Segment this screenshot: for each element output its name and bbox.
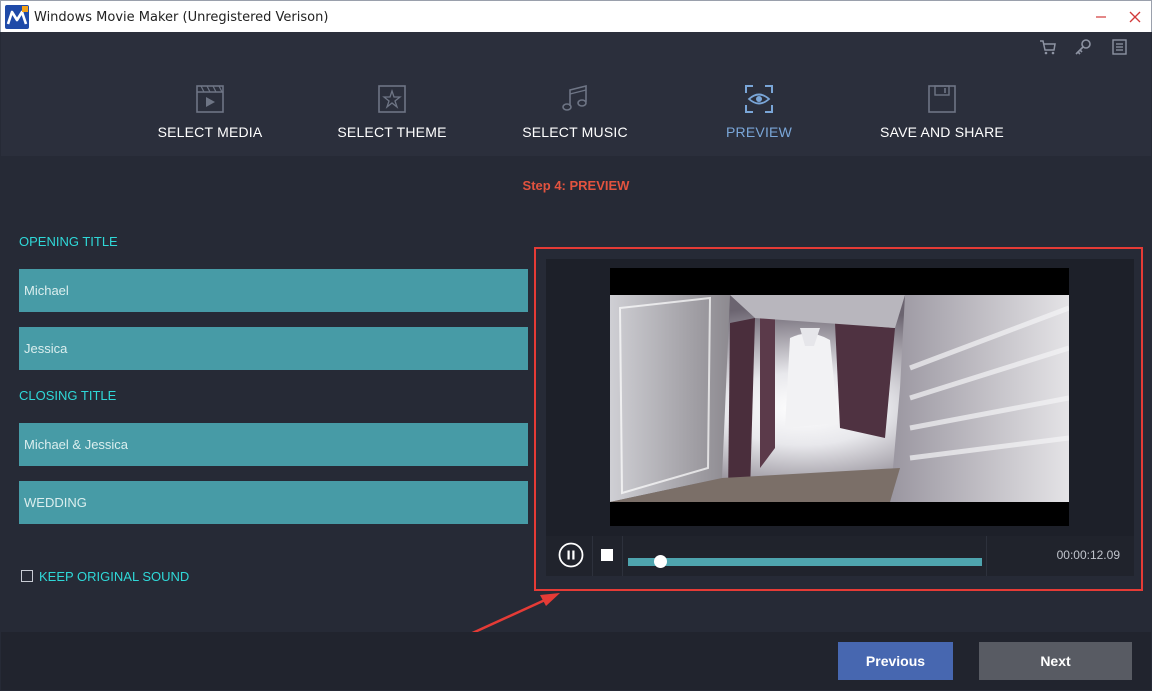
step-label: SAVE AND SHARE: [880, 124, 1004, 140]
seek-handle[interactable]: [653, 555, 667, 568]
menu-icon[interactable]: [1111, 38, 1129, 56]
film-icon: [195, 84, 225, 114]
divider: [622, 536, 623, 576]
title-bar: Windows Movie Maker (Unregistered Veriso…: [0, 0, 1152, 32]
save-disk-icon: [927, 84, 957, 114]
window-title: Windows Movie Maker (Unregistered Veriso…: [34, 10, 329, 25]
video-player: 00:00:12.09: [546, 259, 1134, 576]
minimize-icon[interactable]: [1091, 7, 1111, 27]
seek-bar[interactable]: [628, 555, 982, 568]
divider: [592, 536, 593, 576]
opening-title-label: OPENING TITLE: [19, 234, 118, 249]
opening-title-field-2[interactable]: [19, 327, 528, 370]
checkbox-box[interactable]: [21, 570, 33, 582]
app-logo-icon: [5, 5, 29, 29]
divider: [986, 536, 987, 576]
wedding-room-image: [610, 268, 1069, 526]
step-title: Step 4: PREVIEW: [522, 178, 630, 193]
closing-title-field-1[interactable]: [19, 423, 528, 466]
playback-time: 00:00:12.09: [1056, 548, 1120, 562]
theme-star-icon: [377, 84, 407, 114]
main-panel: Step 4: PREVIEW OPENING TITLE CLOSING TI…: [1, 156, 1151, 632]
key-icon[interactable]: [1074, 38, 1092, 56]
closing-title-field-2[interactable]: [19, 481, 528, 524]
cart-icon[interactable]: [1039, 38, 1057, 56]
step-label: SELECT THEME: [337, 124, 447, 140]
step-label: PREVIEW: [726, 124, 792, 140]
previous-button[interactable]: Previous: [838, 642, 953, 680]
closing-title-label: CLOSING TITLE: [19, 388, 117, 403]
preview-eye-icon: [744, 84, 774, 114]
step-label: SELECT MUSIC: [522, 124, 628, 140]
step-navigation-header: SELECT MEDIA SELECT THEME SELECT MUSIC P…: [1, 32, 1151, 156]
player-controls: 00:00:12.09: [546, 536, 1134, 576]
step-label: SELECT MEDIA: [157, 124, 263, 140]
footer-bar: Previous Next: [1, 632, 1151, 690]
keep-original-sound-label: KEEP ORIGINAL SOUND: [39, 569, 190, 584]
music-note-icon: [560, 84, 590, 114]
close-icon[interactable]: [1125, 7, 1145, 27]
opening-title-field-1[interactable]: [19, 269, 528, 312]
next-button[interactable]: Next: [979, 642, 1132, 680]
pause-icon[interactable]: [558, 542, 584, 568]
video-frame[interactable]: [610, 268, 1069, 526]
stop-icon[interactable]: [601, 549, 613, 561]
